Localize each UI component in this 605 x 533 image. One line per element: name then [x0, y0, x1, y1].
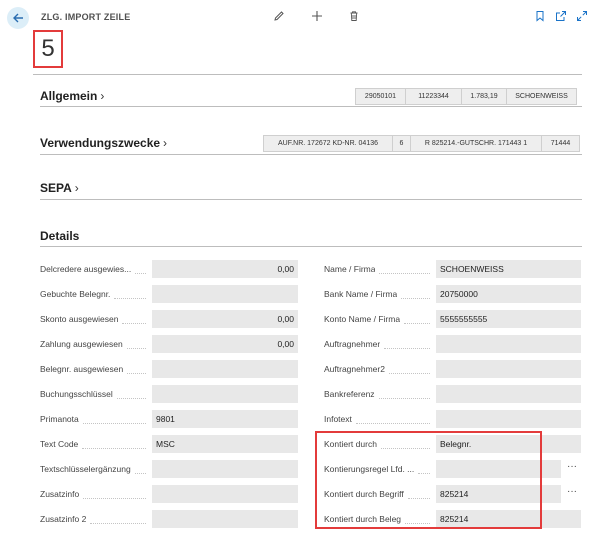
field-input-auftragnehmer2[interactable] — [436, 360, 581, 378]
record-number: 5 — [33, 30, 63, 68]
field-input-zahlung-ausgewiesen[interactable]: 0,00 — [152, 335, 298, 353]
fasttab-verwendungszwecke-title: Verwendungszwecke — [40, 136, 161, 150]
label-leader-dots — [379, 273, 430, 274]
bookmark-button[interactable] — [533, 9, 547, 23]
field-input-name-firma[interactable]: SCHOENWEISS — [436, 260, 581, 278]
fasttab-details[interactable]: Details — [40, 229, 79, 243]
fasttab-divider — [40, 106, 582, 107]
field-label-zahlung-ausgewiesen: Zahlung ausgewiesen — [40, 339, 123, 349]
summary-chip: 11223344 — [406, 88, 462, 105]
plus-icon — [312, 11, 322, 21]
field-input-primanota[interactable]: 9801 — [152, 410, 298, 428]
summary-chip: AUF.NR. 172672 KD-NR. 04136 — [263, 135, 393, 152]
field-label-bankreferenz: Bankreferenz — [324, 389, 375, 399]
field-label-zusatzinfo: Zusatzinfo — [40, 489, 80, 499]
field-input-belegnr-ausgewiesen[interactable] — [152, 360, 298, 378]
label-leader-dots — [404, 323, 430, 324]
bookmark-icon — [536, 11, 544, 22]
label-leader-dots — [401, 298, 430, 299]
field-input-bank-name-firma[interactable]: 20750000 — [436, 285, 581, 303]
delete-button[interactable] — [347, 9, 361, 23]
field-label-konto-name-firma: Konto Name / Firma — [324, 314, 401, 324]
field-input-gebuchte-belegnr[interactable] — [152, 285, 298, 303]
chevron-right-icon: › — [74, 181, 79, 195]
field-label-bank-name-firma: Bank Name / Firma — [324, 289, 398, 299]
label-leader-dots — [127, 373, 146, 374]
expand-button[interactable] — [575, 9, 589, 23]
field-input-bankreferenz[interactable] — [436, 385, 581, 403]
allgemein-summary: 29050101 11223344 1.783,19 SCHOENWEISS — [355, 88, 577, 105]
label-leader-dots — [117, 398, 146, 399]
field-input-infotext[interactable] — [436, 410, 581, 428]
field-label-delcredere-ausgewies: Delcredere ausgewies... — [40, 264, 132, 274]
label-leader-dots — [83, 498, 146, 499]
chevron-right-icon: › — [100, 89, 105, 103]
fasttab-allgemein-title: Allgemein — [40, 89, 98, 103]
label-leader-dots — [90, 523, 146, 524]
trash-icon — [350, 11, 358, 21]
label-leader-dots — [127, 348, 146, 349]
fasttab-divider — [40, 199, 582, 200]
field-label-zusatzinfo-2: Zusatzinfo 2 — [40, 514, 87, 524]
label-leader-dots — [135, 273, 146, 274]
chevron-right-icon: › — [163, 136, 168, 150]
field-label-gebuchte-belegnr: Gebuchte Belegnr. — [40, 289, 111, 299]
arrow-left-icon — [13, 13, 23, 23]
field-label-infotext: Infotext — [324, 414, 352, 424]
summary-chip: SCHOENWEISS — [507, 88, 577, 105]
open-new-window-icon — [556, 11, 566, 21]
label-leader-dots — [122, 323, 146, 324]
open-new-window-button[interactable] — [554, 9, 568, 23]
field-input-text-code[interactable]: MSC — [152, 435, 298, 453]
summary-chip: 29050101 — [355, 88, 406, 105]
field-input-auftragnehmer[interactable] — [436, 335, 581, 353]
field-input-buchungsschlüssel[interactable] — [152, 385, 298, 403]
header-divider — [33, 74, 582, 75]
label-leader-dots — [384, 348, 430, 349]
new-button[interactable] — [310, 9, 324, 23]
page-caption: ZLG. IMPORT ZEILE — [41, 12, 131, 22]
fasttab-verwendungszwecke[interactable]: Verwendungszwecke › — [40, 136, 167, 150]
summary-chip: R 825214.-GUTSCHR. 171443 1 — [411, 135, 542, 152]
label-leader-dots — [114, 298, 146, 299]
label-leader-dots — [135, 473, 146, 474]
lookup-ellipsis-button[interactable]: ··· — [563, 485, 581, 503]
field-label-belegnr-ausgewiesen: Belegnr. ausgewiesen — [40, 364, 124, 374]
field-label-buchungsschlüssel: Buchungsschlüssel — [40, 389, 113, 399]
field-label-text-code: Text Code — [40, 439, 79, 449]
field-input-textschlüsselergänzung[interactable] — [152, 460, 298, 478]
fasttab-sepa[interactable]: SEPA › — [40, 181, 79, 195]
fasttab-divider — [40, 154, 582, 155]
label-leader-dots — [356, 423, 430, 424]
label-leader-dots — [82, 448, 146, 449]
field-input-konto-name-firma[interactable]: 5555555555 — [436, 310, 581, 328]
field-label-skonto-ausgewiesen: Skonto ausgewiesen — [40, 314, 119, 324]
field-input-zusatzinfo[interactable] — [152, 485, 298, 503]
summary-chip: 71444 — [542, 135, 580, 152]
field-input-zusatzinfo-2[interactable] — [152, 510, 298, 528]
verwendungszwecke-summary: AUF.NR. 172672 KD-NR. 04136 6 R 825214.-… — [263, 135, 580, 152]
label-leader-dots — [379, 398, 430, 399]
field-input-delcredere-ausgewies[interactable]: 0,00 — [152, 260, 298, 278]
fasttab-allgemein[interactable]: Allgemein › — [40, 89, 104, 103]
fasttab-sepa-title: SEPA — [40, 181, 72, 195]
field-label-auftragnehmer: Auftragnehmer — [324, 339, 381, 349]
highlight-annotation — [315, 431, 542, 529]
summary-chip: 1.783,19 — [462, 88, 507, 105]
field-label-primanota: Primanota — [40, 414, 79, 424]
fasttab-details-title: Details — [40, 229, 80, 243]
field-input-skonto-ausgewiesen[interactable]: 0,00 — [152, 310, 298, 328]
fasttab-divider — [40, 246, 582, 247]
field-label-textschlüsselergänzung: Textschlüsselergänzung — [40, 464, 131, 474]
lookup-ellipsis-button[interactable]: ··· — [563, 460, 581, 478]
field-label-name-firma: Name / Firma — [324, 264, 376, 274]
pencil-icon — [274, 11, 284, 21]
summary-chip: 6 — [393, 135, 411, 152]
expand-icon — [577, 11, 587, 21]
back-button[interactable] — [7, 7, 29, 29]
label-leader-dots — [389, 373, 430, 374]
edit-button[interactable] — [272, 9, 286, 23]
label-leader-dots — [83, 423, 146, 424]
field-label-auftragnehmer2: Auftragnehmer2 — [324, 364, 385, 374]
